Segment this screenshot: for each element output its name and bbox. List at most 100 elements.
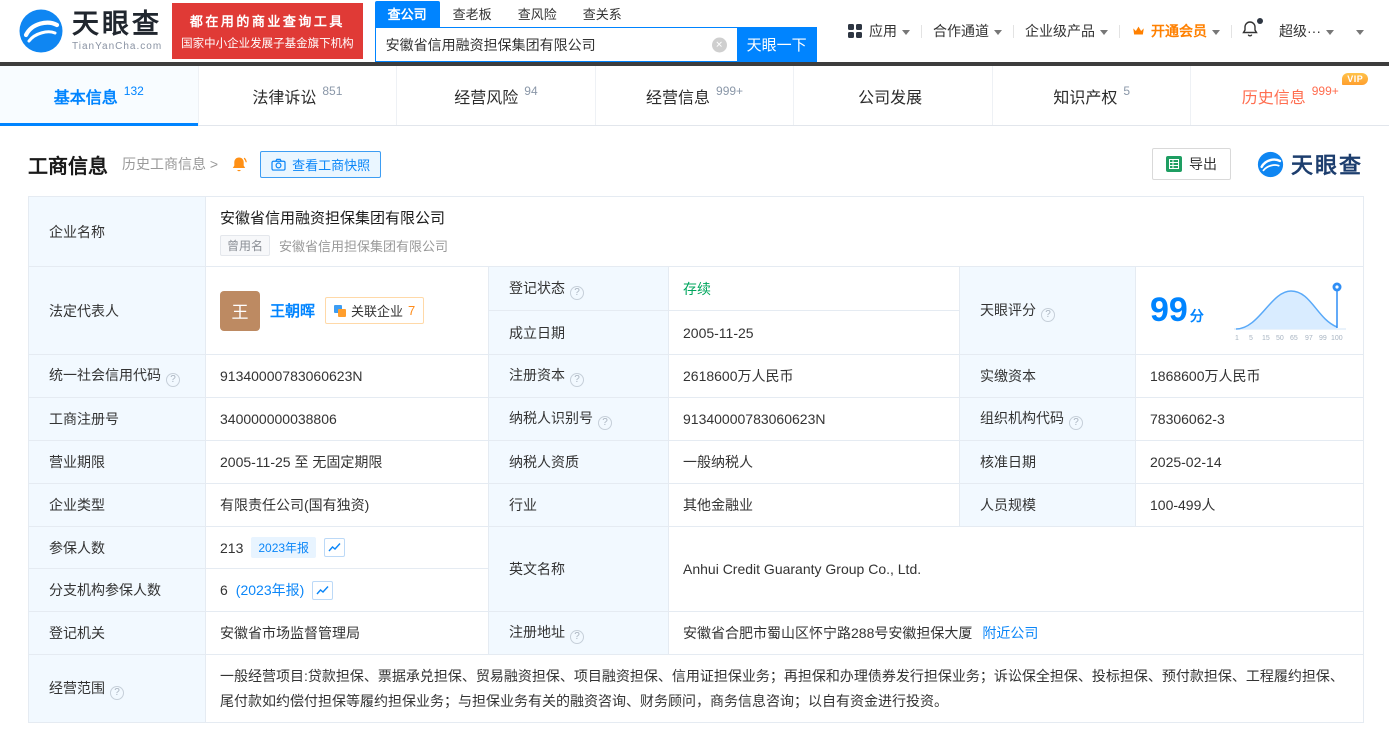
field-label-reg-status: 登记状态: [488, 266, 669, 311]
top-nav: 应用 合作通道 企业级产品 开通会员 超级···: [837, 17, 1389, 43]
notifications-bell[interactable]: [1232, 17, 1268, 43]
reg-authority-value: 安徽省市场监督管理局: [205, 611, 489, 655]
company-name-cell: 安徽省信用融资担保集团有限公司 曾用名 安徽省信用担保集团有限公司: [205, 196, 1364, 267]
business-scope-label: 经营范围: [49, 679, 105, 696]
help-icon[interactable]: [110, 685, 124, 700]
tyc-score-cell: 99 分 1 5 15 50 65 97 99 100: [1135, 266, 1364, 355]
tab-legal-litigation[interactable]: 法律诉讼 851: [199, 66, 398, 125]
score-unit: 分: [1189, 308, 1204, 324]
trend-chart-icon[interactable]: [312, 580, 334, 600]
monitor-bell-icon[interactable]: [230, 155, 248, 174]
annual-report-link[interactable]: (2023年报): [236, 580, 304, 600]
help-icon[interactable]: [570, 373, 584, 387]
reg-address-label: 注册地址: [509, 624, 565, 640]
field-label-approval-date: 核准日期: [959, 440, 1136, 484]
reg-number-value: 340000000038806: [205, 397, 489, 441]
legal-rep-name-link[interactable]: 王朝晖: [270, 300, 315, 321]
related-companies-icon: [334, 304, 347, 317]
help-icon[interactable]: [166, 373, 180, 387]
svg-text:99: 99: [1319, 335, 1327, 342]
search-tab-relation[interactable]: 查关系: [570, 1, 635, 27]
reg-capital-label: 注册资本: [509, 367, 565, 383]
field-label-legal-rep: 法定代表人: [28, 266, 206, 355]
caret-down-icon: [1100, 29, 1108, 35]
tab-company-development[interactable]: 公司发展: [794, 66, 993, 125]
tab-operation-risk[interactable]: 经营风险 94: [397, 66, 596, 125]
search-tab-risk[interactable]: 查风险: [505, 1, 570, 27]
search-tabs: 查公司 查老板 查风险 查关系: [374, 1, 817, 27]
search-tab-company[interactable]: 查公司: [374, 1, 440, 27]
view-business-snapshot-button[interactable]: 查看工商快照: [260, 150, 382, 178]
svg-text:5: 5: [1249, 335, 1253, 342]
nav-item-vip[interactable]: 开通会员: [1120, 21, 1231, 41]
legal-rep-avatar[interactable]: 王: [220, 290, 260, 331]
english-name-value: Anhui Credit Guaranty Group Co., Ltd.: [668, 526, 1364, 612]
paid-capital-value: 1868600万人民币: [1135, 354, 1364, 398]
insured-count-value: 213: [220, 539, 244, 556]
export-button-label: 导出: [1188, 156, 1217, 172]
tab-label: 基本信息: [53, 89, 118, 107]
tyc-score-label: 天眼评分: [980, 301, 1036, 318]
table-row: 工商注册号 340000000038806 纳税人识别号 91340000783…: [28, 397, 1364, 441]
export-button[interactable]: 导出: [1151, 148, 1231, 180]
score-curve-chart[interactable]: 1 5 15 50 65 97 99 100: [1231, 279, 1349, 343]
tab-operation-info[interactable]: 经营信息 999+: [596, 66, 795, 125]
field-label-company-name: 企业名称: [28, 196, 206, 267]
trend-chart-icon[interactable]: [324, 538, 346, 557]
bell-badge-dot: [1257, 17, 1263, 24]
field-label-paid-capital: 实缴资本: [959, 354, 1136, 398]
branch-insured-cell: 6 (2023年报): [205, 568, 489, 612]
legal-rep-cell: 王 王朝晖 关联企业 7: [205, 266, 489, 355]
table-row: 经营范围 一般经营项目:贷款担保、票据承兑担保、贸易融资担保、项目融资担保、信用…: [28, 654, 1364, 723]
help-icon[interactable]: [570, 630, 584, 644]
help-icon[interactable]: [598, 416, 612, 430]
company-search-input[interactable]: [374, 27, 737, 62]
tab-intellectual-property[interactable]: 知识产权 5: [993, 66, 1192, 125]
svg-text:50: 50: [1276, 335, 1284, 342]
logo-text: 天眼查 TianYanCha.com: [72, 10, 162, 52]
related-companies-badge[interactable]: 关联企业 7: [325, 297, 425, 324]
help-icon[interactable]: [1069, 416, 1083, 430]
nearby-companies-link[interactable]: 附近公司: [982, 625, 1038, 641]
industry-value: 其他金融业: [668, 483, 960, 527]
search-area: 查公司 查老板 查风险 查关系 天眼一下: [374, 0, 817, 62]
tab-count: 999+: [716, 83, 744, 98]
establish-date-value: 2005-11-25: [668, 310, 960, 355]
tianyancha-logo[interactable]: 天眼查 TianYanCha.com: [18, 8, 162, 54]
nav-item-cooperation[interactable]: 合作通道: [922, 21, 1013, 41]
search-tab-boss[interactable]: 查老板: [440, 1, 505, 27]
svg-text:65: 65: [1290, 335, 1298, 342]
table-row: 参保人数 213 2023年报 英文名称 Anhui Credit Guaran…: [28, 526, 1364, 612]
tab-label: 知识产权: [1053, 89, 1118, 107]
field-label-reg-number: 工商注册号: [28, 397, 206, 441]
former-name-tag: 曾用名: [220, 235, 271, 256]
nav-vip-label: 开通会员: [1151, 23, 1207, 39]
caret-down-icon: [1212, 29, 1220, 35]
tab-basic-info[interactable]: 基本信息 132: [0, 66, 199, 126]
collapse-caret-icon: [1356, 29, 1364, 35]
tab-history-info[interactable]: 历史信息 999+ VIP: [1191, 66, 1389, 125]
tab-label: 法律诉讼: [252, 89, 317, 107]
reg-address-cell: 安徽省合肥市蜀山区怀宁路288号安徽担保大厦 附近公司: [668, 611, 1364, 655]
section-title: 工商信息: [28, 155, 108, 178]
svg-text:100: 100: [1331, 335, 1343, 342]
field-label-business-term: 营业期限: [28, 440, 206, 484]
table-row: 企业名称 安徽省信用融资担保集团有限公司 曾用名 安徽省信用担保集团有限公司: [28, 196, 1364, 267]
history-business-info-link[interactable]: 历史工商信息 >: [122, 154, 218, 174]
help-icon[interactable]: [1041, 307, 1055, 322]
search-button[interactable]: 天眼一下: [736, 27, 817, 62]
field-label-taxpayer-id: 纳税人识别号: [488, 397, 669, 441]
tab-label: 历史信息: [1241, 89, 1306, 107]
svg-text:97: 97: [1305, 335, 1313, 342]
related-companies-label: 关联企业: [351, 304, 404, 319]
brand-wave-icon: [1257, 151, 1284, 178]
help-icon[interactable]: [570, 285, 584, 300]
nav-item-super-vip[interactable]: 超级···: [1268, 21, 1345, 41]
field-label-establish-date: 成立日期: [488, 310, 669, 355]
nav-item-apps[interactable]: 应用: [837, 21, 921, 41]
nav-collapse[interactable]: [1345, 28, 1375, 35]
business-info-toolbar: 工商信息 历史工商信息 > 查看工商快照 导出 天眼查: [0, 126, 1389, 196]
clear-icon[interactable]: [711, 37, 727, 52]
nav-item-enterprise[interactable]: 企业级产品: [1014, 21, 1119, 41]
annual-report-badge[interactable]: 2023年报: [251, 537, 317, 558]
